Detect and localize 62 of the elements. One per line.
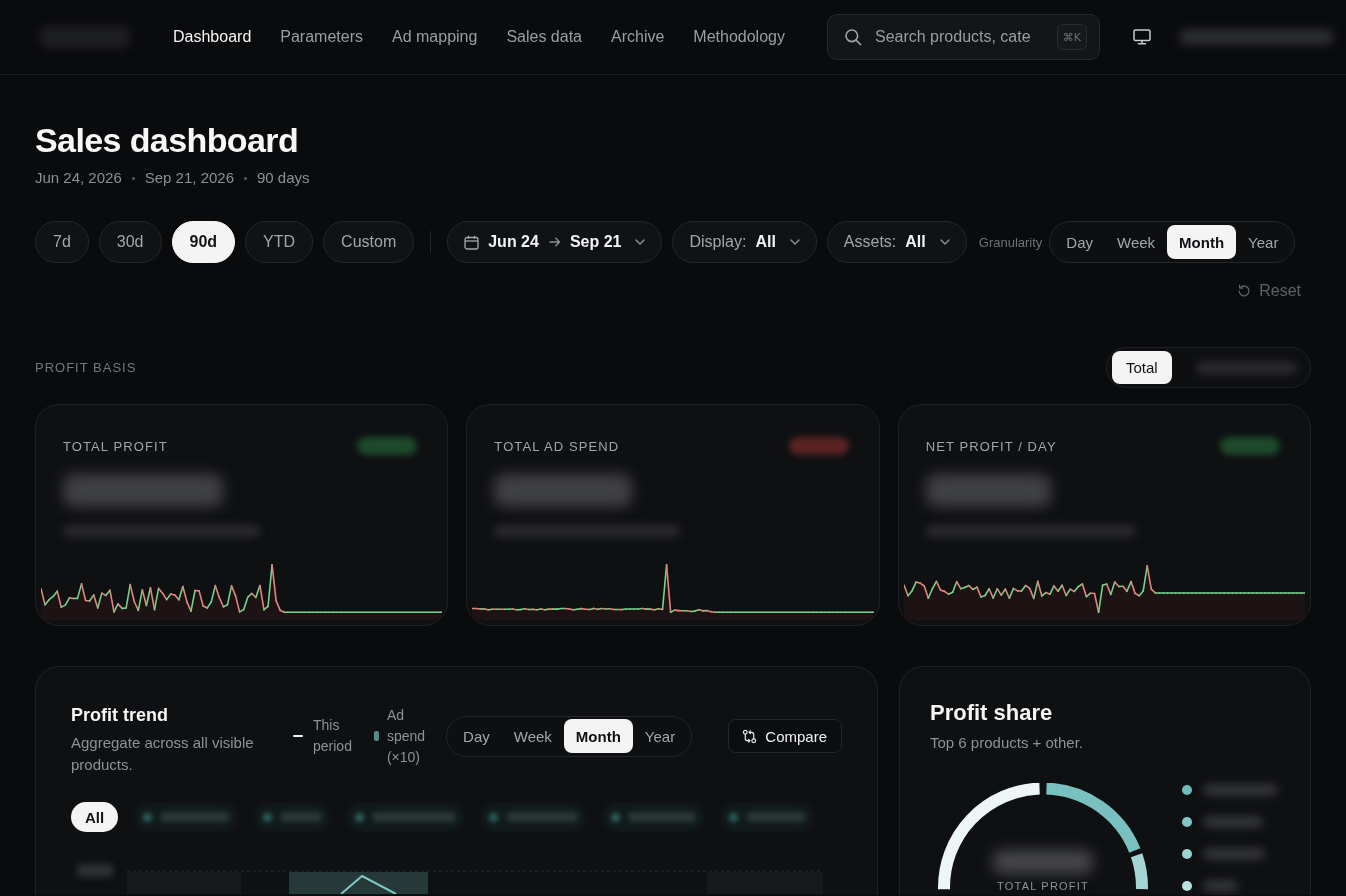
card-heading: Profit trend — [71, 704, 169, 726]
granularity-option[interactable]: Month — [563, 719, 633, 753]
filter-dropdown[interactable]: Assets: All — [826, 221, 967, 263]
granularity-option[interactable]: Month — [1167, 225, 1237, 259]
profit-basis-option[interactable]: Total — [1112, 351, 1172, 384]
date-range-button[interactable]: Jun 24 Sep 21 — [447, 221, 663, 263]
nav-link[interactable]: Sales data — [506, 28, 582, 46]
compare-icon — [742, 728, 758, 744]
blurred-legend-label — [1203, 848, 1265, 860]
nav-link[interactable]: Ad mapping — [392, 28, 478, 46]
shortcut-key: ⌘K — [1056, 24, 1087, 50]
nav-link[interactable]: Methodology — [693, 28, 785, 46]
granularity-label: Granularity — [978, 234, 1043, 250]
blurred-legend-label — [1203, 816, 1263, 828]
range-preset-button[interactable]: YTD — [245, 221, 314, 263]
card-description: Top 6 products + other. — [930, 733, 1085, 753]
card-heading: Profit share — [930, 700, 1054, 726]
nav-link[interactable]: Archive — [611, 28, 665, 46]
separator-dot-icon — [131, 176, 135, 180]
rotate-arrow-icon — [1237, 284, 1252, 298]
granularity-option[interactable]: Year — [1236, 225, 1291, 259]
granularity-option[interactable]: Week — [1105, 225, 1168, 259]
start-date-text: Jun 24, 2026 — [35, 168, 122, 188]
filter-dropdown[interactable]: Display: All — [672, 221, 817, 263]
search-icon — [843, 28, 862, 46]
nav-link[interactable]: Parameters — [280, 28, 363, 46]
end-date-text: Sep 21, 2026 — [144, 168, 234, 188]
line-legend-icon — [293, 735, 303, 737]
blurred-legend-label — [1203, 880, 1238, 892]
blurred-axis-label — [77, 864, 113, 877]
compare-button[interactable]: Compare — [728, 719, 842, 753]
calendar-icon — [464, 234, 480, 250]
granularity-option[interactable]: Year — [632, 719, 688, 753]
range-preset-button[interactable]: 90d — [171, 221, 236, 263]
page-title: Sales dashboard — [35, 120, 300, 160]
range-preset-button[interactable]: Custom — [323, 221, 415, 263]
right-arrow-icon — [548, 237, 561, 247]
section-label: PROFIT BASIS — [35, 360, 137, 375]
bar-legend-icon — [373, 731, 379, 741]
legend-label: This period — [313, 716, 352, 756]
duration-text: 90 days — [257, 168, 310, 188]
chevron-down-icon — [789, 239, 800, 245]
card-title: TOTAL AD SPEND — [494, 438, 620, 454]
chevron-down-icon — [635, 239, 646, 245]
card-title: TOTAL PROFIT — [63, 438, 168, 454]
monitor-icon[interactable] — [1132, 29, 1151, 45]
range-preset-button[interactable]: 7d — [35, 221, 89, 263]
separator-dot-icon — [244, 176, 247, 180]
nav-link[interactable]: Dashboard — [173, 28, 252, 46]
trend-line — [340, 875, 397, 894]
range-preset-button[interactable]: 30d — [98, 221, 162, 263]
card-title: NET PROFIT / DAY — [925, 438, 1057, 454]
granularity-option[interactable]: Day — [1054, 225, 1106, 259]
product-filter-chip[interactable]: All — [71, 802, 119, 832]
card-description: Aggregate across all visible products. — [71, 733, 255, 775]
granularity-option[interactable]: Day — [451, 719, 502, 753]
granularity-option[interactable]: Week — [501, 719, 564, 753]
donut-center-label: TOTAL PROFIT — [997, 880, 1089, 893]
chevron-down-icon — [939, 239, 950, 245]
legend-label: Ad spend (×10) — [386, 705, 426, 767]
search-input[interactable]: Search products, cate — [874, 28, 1051, 46]
search-field[interactable]: Search products, cate ⌘K — [826, 14, 1100, 60]
